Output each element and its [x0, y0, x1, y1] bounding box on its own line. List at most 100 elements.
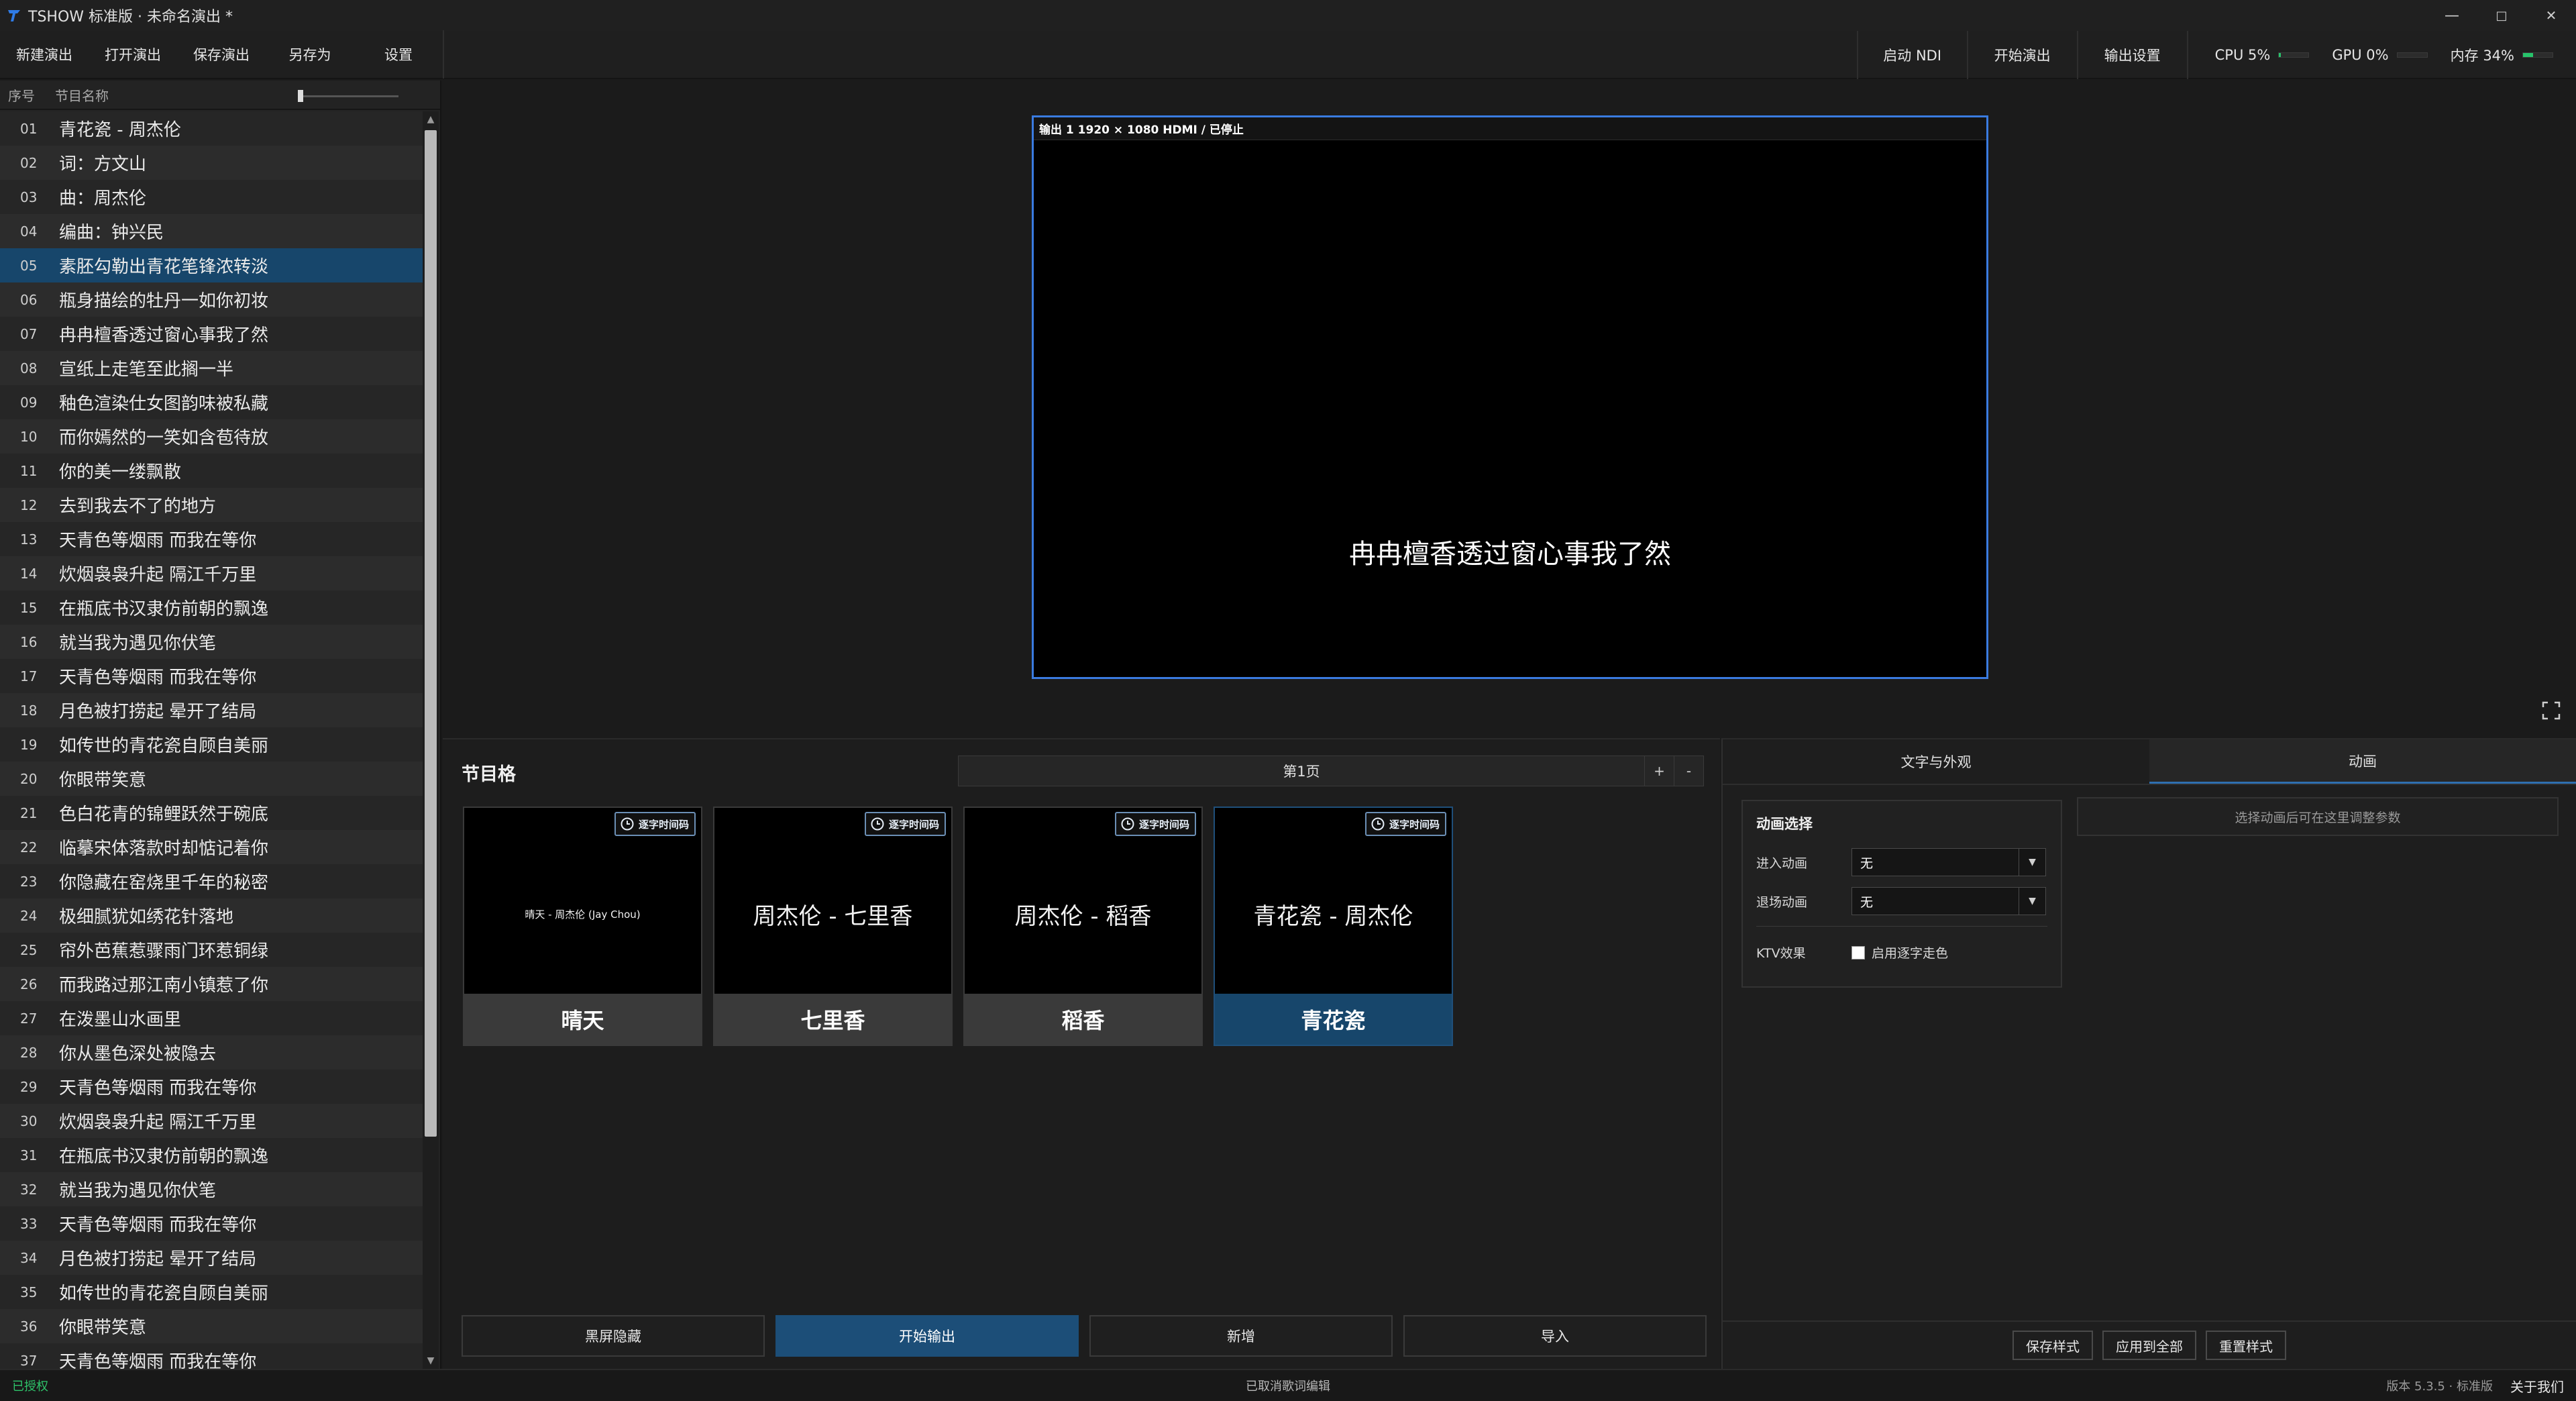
- list-item[interactable]: 07 冉冉檀香透过窗心事我了然: [0, 317, 423, 351]
- program-card[interactable]: 逐字时间码 周杰伦 - 稻香 稻香: [963, 807, 1203, 1046]
- list-item-number: 25: [20, 941, 38, 958]
- about-link[interactable]: 关于我们: [2510, 1376, 2564, 1396]
- system-meters: CPU 5% GPU 0% 内存 34%: [2186, 31, 2576, 79]
- list-item[interactable]: 25 帘外芭蕉惹骤雨门环惹铜绿: [0, 933, 423, 967]
- clock-icon: [1121, 817, 1134, 831]
- open-show-button[interactable]: 打开演出: [89, 30, 177, 79]
- chevron-down-icon[interactable]: ▼: [2019, 888, 2045, 915]
- toolbar-file-actions: 新建演出 打开演出 保存演出 另存为 设置: [0, 30, 444, 79]
- list-item-text: 冉冉檀香透过窗心事我了然: [59, 325, 269, 346]
- ktv-effect-checkbox-label[interactable]: 启用逐字走色: [1872, 943, 1948, 962]
- reset-style-button[interactable]: 重置样式: [2206, 1331, 2286, 1360]
- scroll-up-arrow-icon[interactable]: ▲: [423, 111, 439, 127]
- list-item[interactable]: 13 天青色等烟雨 而我在等你: [0, 522, 423, 556]
- exit-animation-select[interactable]: 无 ▼: [1851, 887, 2046, 915]
- close-button[interactable]: ✕: [2526, 0, 2576, 31]
- remove-page-button[interactable]: -: [1674, 756, 1703, 786]
- output-settings-button[interactable]: 输出设置: [2076, 31, 2187, 79]
- import-button[interactable]: 导入: [1403, 1315, 1707, 1357]
- tab-text-appearance[interactable]: 文字与外观: [1723, 739, 2149, 784]
- program-card[interactable]: 逐字时间码 周杰伦 - 七里香 七里香: [713, 807, 953, 1046]
- list-item[interactable]: 35 如传世的青花瓷自顾自美丽: [0, 1275, 423, 1309]
- start-ndi-button[interactable]: 启动 NDI: [1856, 31, 1967, 79]
- timecode-badge: 逐字时间码: [1114, 812, 1196, 836]
- scrollbar-thumb[interactable]: [425, 130, 437, 1137]
- save-show-button[interactable]: 保存演出: [177, 30, 266, 79]
- list-item[interactable]: 14 炊烟袅袅升起 隔江千万里: [0, 556, 423, 590]
- add-page-button[interactable]: +: [1644, 756, 1674, 786]
- list-scrollbar[interactable]: ▲ ▼: [423, 111, 439, 1369]
- list-item-text: 在瓶底书汉隶仿前朝的飘逸: [59, 599, 269, 619]
- tab-animation[interactable]: 动画: [2149, 739, 2576, 784]
- program-card[interactable]: 逐字时间码 青花瓷 - 周杰伦 青花瓷: [1214, 807, 1453, 1046]
- list-item-text: 而我路过那江南小镇惹了你: [59, 976, 269, 996]
- settings-button[interactable]: 设置: [354, 30, 443, 79]
- list-item[interactable]: 15 在瓶底书汉隶仿前朝的飘逸: [0, 590, 423, 625]
- list-item[interactable]: 17 天青色等烟雨 而我在等你: [0, 659, 423, 693]
- list-item[interactable]: 30 炊烟袅袅升起 隔江千万里: [0, 1104, 423, 1138]
- start-show-button[interactable]: 开始演出: [1966, 31, 2077, 79]
- start-output-button[interactable]: 开始输出: [775, 1315, 1079, 1357]
- column-width-slider[interactable]: [298, 90, 398, 102]
- list-item[interactable]: 37 天青色等烟雨 而我在等你: [0, 1343, 423, 1369]
- list-item[interactable]: 21 色白花青的锦鲤跃然于碗底: [0, 796, 423, 830]
- program-actions: 黑屏隐藏 开始输出 新增 导入: [462, 1315, 1707, 1357]
- list-item[interactable]: 18 月色被打捞起 晕开了结局: [0, 693, 423, 727]
- list-item[interactable]: 02 词：方文山: [0, 146, 423, 180]
- ktv-effect-checkbox[interactable]: [1851, 945, 1865, 959]
- list-item-text: 临摹宋体落款时却惦记着你: [59, 839, 269, 859]
- list-item[interactable]: 22 临摹宋体落款时却惦记着你: [0, 830, 423, 864]
- maximize-button[interactable]: □: [2477, 0, 2526, 31]
- ktv-effect-label: KTV效果: [1756, 946, 1806, 961]
- program-card-label: 晴天: [464, 994, 701, 1045]
- apply-to-all-button[interactable]: 应用到全部: [2102, 1331, 2196, 1360]
- chevron-down-icon[interactable]: ▼: [2019, 849, 2045, 876]
- add-program-button[interactable]: 新增: [1089, 1315, 1393, 1357]
- list-item[interactable]: 24 极细腻犹如绣花针落地: [0, 898, 423, 933]
- list-item[interactable]: 12 去到我去不了的地方: [0, 488, 423, 522]
- new-show-button[interactable]: 新建演出: [0, 30, 89, 79]
- list-item[interactable]: 06 瓶身描绘的牡丹一如你初妆: [0, 282, 423, 317]
- list-item-number: 24: [20, 907, 38, 924]
- save-style-button[interactable]: 保存样式: [2012, 1331, 2093, 1360]
- list-item[interactable]: 34 月色被打捞起 晕开了结局: [0, 1241, 423, 1275]
- scroll-down-arrow-icon[interactable]: ▼: [423, 1353, 439, 1369]
- output-preview[interactable]: 输出 1 1920 × 1080 HDMI / 已停止 冉冉檀香透过窗心事我了然: [1032, 115, 1988, 679]
- list-item-text: 如传世的青花瓷自顾自美丽: [59, 736, 269, 756]
- list-item[interactable]: 20 你眼带笑意: [0, 762, 423, 796]
- list-item[interactable]: 28 你从墨色深处被隐去: [0, 1035, 423, 1070]
- list-item-text: 青花瓷 - 周杰伦: [59, 120, 181, 140]
- list-item[interactable]: 11 你的美一缕飘散: [0, 454, 423, 488]
- program-card[interactable]: 逐字时间码 晴天 - 周杰伦 (Jay Chou) 晴天: [463, 807, 702, 1046]
- list-item[interactable]: 27 在泼墨山水画里: [0, 1001, 423, 1035]
- list-item[interactable]: 31 在瓶底书汉隶仿前朝的飘逸: [0, 1138, 423, 1172]
- list-item[interactable]: 04 编曲：钟兴民: [0, 214, 423, 248]
- enter-animation-select[interactable]: 无 ▼: [1851, 848, 2046, 876]
- list-item-number: 15: [20, 599, 38, 616]
- properties-panel: 文字与外观 动画 动画选择 进入动画 无 ▼ 退场动画 无 ▼ KTV效果 启用…: [1721, 738, 2576, 1369]
- list-item[interactable]: 03 曲：周杰伦: [0, 180, 423, 214]
- slider-handle[interactable]: [298, 90, 303, 102]
- program-card-label: 稻香: [965, 994, 1201, 1045]
- list-item[interactable]: 10 而你嫣然的一笑如含苞待放: [0, 419, 423, 454]
- exit-animation-value: 无: [1860, 894, 1874, 910]
- list-item[interactable]: 08 宣纸上走笔至此搁一半: [0, 351, 423, 385]
- fullscreen-icon[interactable]: [2541, 701, 2561, 721]
- list-item[interactable]: 23 你隐藏在窑烧里千年的秘密: [0, 864, 423, 898]
- list-item[interactable]: 33 天青色等烟雨 而我在等你: [0, 1206, 423, 1241]
- list-item[interactable]: 16 就当我为遇见你伏笔: [0, 625, 423, 659]
- list-item[interactable]: 32 就当我为遇见你伏笔: [0, 1172, 423, 1206]
- list-item[interactable]: 26 而我路过那江南小镇惹了你: [0, 967, 423, 1001]
- list-item[interactable]: 36 你眼带笑意: [0, 1309, 423, 1343]
- list-item-number: 37: [20, 1352, 38, 1369]
- list-item[interactable]: 05 素胚勾勒出青花笔锋浓转淡: [0, 248, 423, 282]
- page-label[interactable]: 第1页: [959, 761, 1644, 781]
- blackout-button[interactable]: 黑屏隐藏: [462, 1315, 765, 1357]
- list-item[interactable]: 09 釉色渲染仕女图韵味被私藏: [0, 385, 423, 419]
- save-as-button[interactable]: 另存为: [266, 30, 354, 79]
- list-item-number: 18: [20, 702, 38, 719]
- list-item[interactable]: 19 如传世的青花瓷自顾自美丽: [0, 727, 423, 762]
- minimize-button[interactable]: —: [2427, 0, 2477, 31]
- list-item[interactable]: 29 天青色等烟雨 而我在等你: [0, 1070, 423, 1104]
- list-item[interactable]: 01 青花瓷 - 周杰伦: [0, 111, 423, 146]
